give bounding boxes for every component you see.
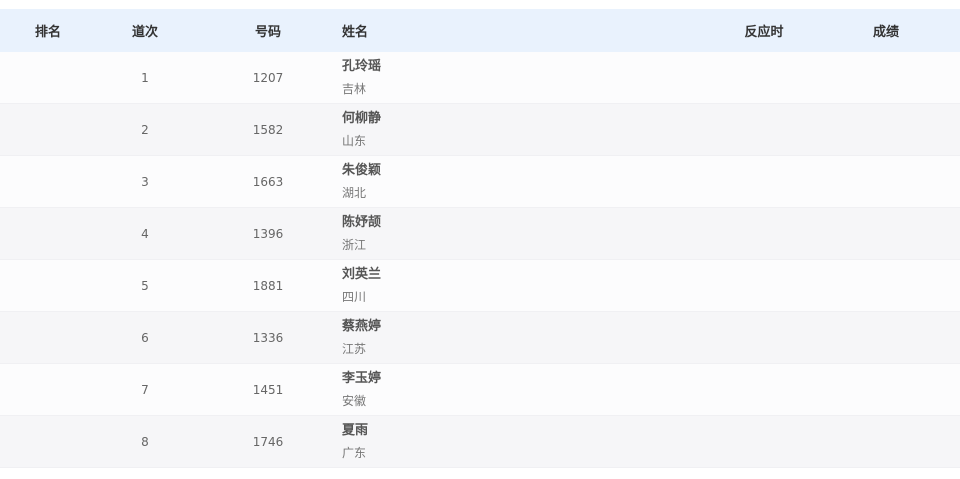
reaction-cell <box>714 364 814 415</box>
athlete-name: 刘英兰 <box>342 266 382 282</box>
header-number: 号码 <box>254 25 281 40</box>
result-cell <box>836 416 936 467</box>
result-cell <box>836 364 936 415</box>
header-reaction: 反应时 <box>744 25 784 40</box>
table-row: 2 1582 何柳静 山东 <box>0 104 960 156</box>
number-cell: 1746 <box>252 434 284 449</box>
athlete-region: 江苏 <box>342 341 367 356</box>
athlete-cell: 何柳静 山东 <box>342 104 642 155</box>
results-table: 排名 道次 号码 姓名 反应时 成绩 1 1207 孔玲瑶 吉林 2 1582 … <box>0 9 960 468</box>
athlete-cell: 陈妤颉 浙江 <box>342 208 642 259</box>
lane-cell: 8 <box>141 434 149 449</box>
athlete-name: 陈妤颉 <box>342 214 382 230</box>
result-cell <box>836 156 936 207</box>
table-row: 5 1881 刘英兰 四川 <box>0 260 960 312</box>
athlete-name: 朱俊颖 <box>342 162 382 178</box>
lane-cell: 6 <box>141 330 149 345</box>
rank-cell <box>0 208 96 259</box>
table-row: 7 1451 李玉婷 安徽 <box>0 364 960 416</box>
athlete-region: 四川 <box>342 289 367 304</box>
table-row: 4 1396 陈妤颉 浙江 <box>0 208 960 260</box>
rank-cell <box>0 364 96 415</box>
rank-cell <box>0 416 96 467</box>
number-cell: 1451 <box>252 382 284 397</box>
athlete-cell: 孔玲瑶 吉林 <box>342 52 642 103</box>
number-cell: 1881 <box>252 278 284 293</box>
reaction-cell <box>714 156 814 207</box>
header-name: 姓名 <box>342 25 369 40</box>
athlete-cell: 朱俊颖 湖北 <box>342 156 642 207</box>
number-cell: 1663 <box>252 174 284 189</box>
table-row: 8 1746 夏雨 广东 <box>0 416 960 468</box>
reaction-cell <box>714 260 814 311</box>
result-cell <box>836 104 936 155</box>
lane-cell: 5 <box>141 278 149 293</box>
reaction-cell <box>714 312 814 363</box>
rank-cell <box>0 260 96 311</box>
result-cell <box>836 52 936 103</box>
athlete-region: 安徽 <box>342 393 367 408</box>
rank-cell <box>0 312 96 363</box>
header-lane: 道次 <box>131 25 158 40</box>
table-row: 3 1663 朱俊颖 湖北 <box>0 156 960 208</box>
athlete-cell: 刘英兰 四川 <box>342 260 642 311</box>
athlete-cell: 李玉婷 安徽 <box>342 364 642 415</box>
athlete-cell: 蔡燕婷 江苏 <box>342 312 642 363</box>
lane-cell: 2 <box>141 122 149 137</box>
athlete-region: 湖北 <box>342 185 367 200</box>
athlete-region: 吉林 <box>342 81 367 96</box>
header-result: 成绩 <box>872 25 899 40</box>
lane-cell: 4 <box>141 226 149 241</box>
reaction-cell <box>714 104 814 155</box>
rank-cell <box>0 104 96 155</box>
number-cell: 1396 <box>252 226 284 241</box>
athlete-name: 李玉婷 <box>342 370 382 386</box>
athlete-name: 何柳静 <box>342 110 382 126</box>
table-header: 排名 道次 号码 姓名 反应时 成绩 <box>0 9 960 52</box>
result-cell <box>836 312 936 363</box>
athlete-region: 山东 <box>342 133 367 148</box>
lane-cell: 3 <box>141 174 149 189</box>
number-cell: 1207 <box>252 70 284 85</box>
number-cell: 1582 <box>252 122 284 137</box>
result-cell <box>836 208 936 259</box>
reaction-cell <box>714 52 814 103</box>
athlete-name: 蔡燕婷 <box>342 318 382 334</box>
table-row: 1 1207 孔玲瑶 吉林 <box>0 52 960 104</box>
reaction-cell <box>714 208 814 259</box>
athlete-region: 广东 <box>342 445 367 460</box>
lane-cell: 7 <box>141 382 149 397</box>
number-cell: 1336 <box>252 330 284 345</box>
athlete-region: 浙江 <box>342 237 367 252</box>
lane-cell: 1 <box>141 70 149 85</box>
reaction-cell <box>714 416 814 467</box>
rank-cell <box>0 156 96 207</box>
result-cell <box>836 260 936 311</box>
table-row: 6 1336 蔡燕婷 江苏 <box>0 312 960 364</box>
header-rank: 排名 <box>34 25 61 40</box>
athlete-name: 孔玲瑶 <box>342 58 382 74</box>
athlete-name: 夏雨 <box>342 422 369 438</box>
rank-cell <box>0 52 96 103</box>
athlete-cell: 夏雨 广东 <box>342 416 642 467</box>
